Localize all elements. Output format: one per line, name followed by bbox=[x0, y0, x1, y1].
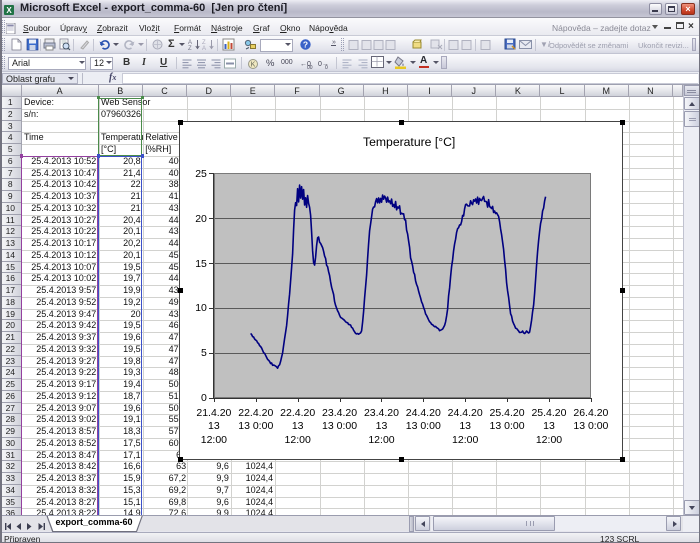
svg-text:X: X bbox=[6, 6, 12, 15]
svg-text:0: 0 bbox=[325, 65, 328, 70]
svg-text:?: ? bbox=[303, 40, 308, 50]
svg-text:K: K bbox=[251, 62, 256, 69]
svg-text:Z: Z bbox=[188, 46, 192, 51]
svg-text:A: A bbox=[202, 46, 206, 51]
svg-text:00: 00 bbox=[307, 65, 313, 70]
